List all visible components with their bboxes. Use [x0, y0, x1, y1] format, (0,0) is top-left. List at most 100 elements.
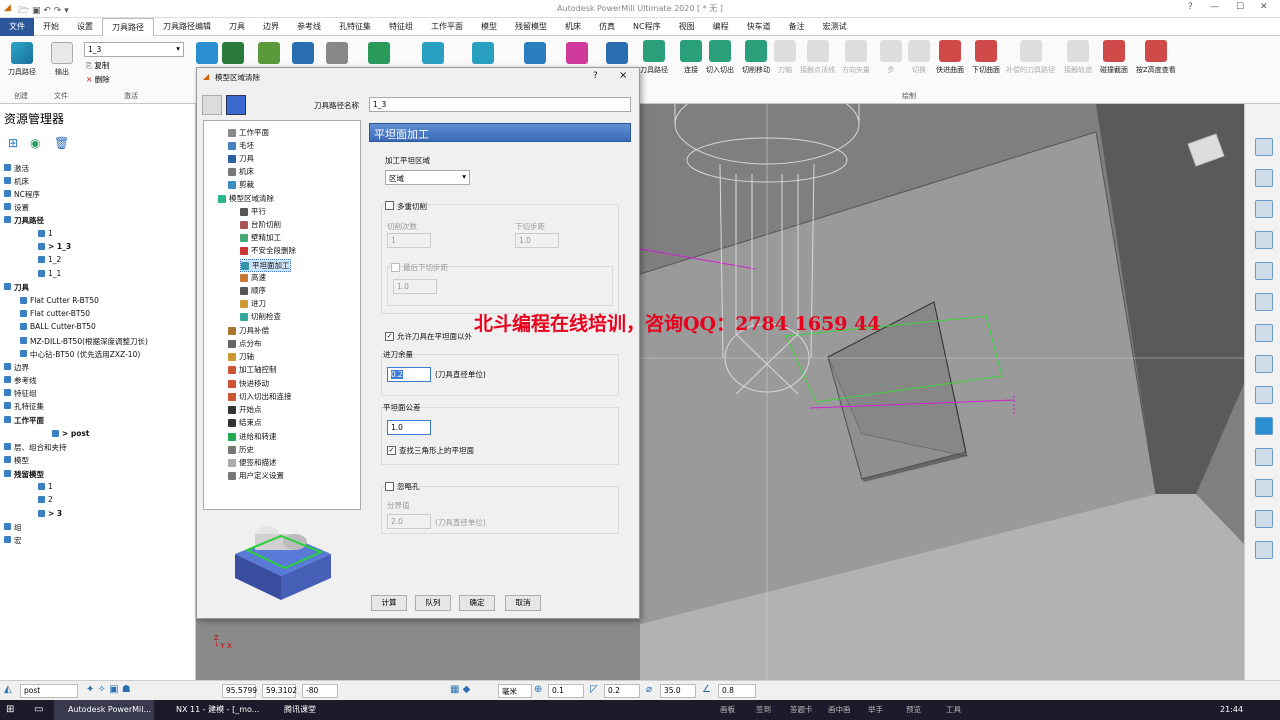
delete-button[interactable]: ✕ 删除 — [86, 74, 110, 85]
allow-outside-checkbox[interactable]: ✓ — [385, 332, 394, 341]
menu-item-18[interactable]: 快车道 — [738, 18, 780, 36]
tree-item[interactable]: BALL Cutter-BT50 — [30, 322, 96, 331]
allowance-field[interactable]: 0.2 — [604, 684, 640, 698]
classroom-tool-5[interactable]: 预览 — [906, 700, 921, 720]
view-tool-icon-5[interactable] — [1255, 293, 1273, 311]
draw-button-6[interactable]: 方向矢量 — [842, 40, 870, 75]
strategy-tree-item[interactable]: 不安全段删除 — [240, 245, 296, 256]
strategy-tree-item[interactable]: 平坦面加工 — [240, 259, 291, 272]
view-tool-icon-0[interactable] — [1255, 138, 1273, 156]
strategy-tree-item[interactable]: 刀具补偿 — [228, 325, 269, 336]
workplane-select[interactable]: post — [20, 684, 78, 698]
tree-item[interactable]: > post — [62, 429, 89, 438]
tolerance-input[interactable]: 1.0 — [387, 420, 431, 435]
tree-item[interactable]: 层、组合和夹持 — [14, 442, 67, 453]
ribbon-tool-icon-5[interactable] — [368, 42, 390, 64]
tree-item[interactable]: 孔特征集 — [14, 401, 44, 412]
final-step-checkbox[interactable] — [391, 263, 400, 272]
tree-item[interactable]: 中心钻-BT50 (优先选用ZXZ-10) — [30, 349, 140, 360]
ribbon-tool-icon-9[interactable] — [566, 42, 588, 64]
tree-item[interactable]: 激活 — [14, 163, 29, 174]
tree-item[interactable]: 宏 — [14, 535, 22, 546]
menu-item-5[interactable]: 刀具 — [220, 18, 254, 36]
find-triangles-checkbox[interactable]: ✓ — [387, 446, 396, 455]
menu-item-6[interactable]: 边界 — [254, 18, 288, 36]
view-tool-icon-4[interactable] — [1255, 262, 1273, 280]
classroom-tool-2[interactable]: 答题卡 — [790, 700, 813, 720]
strategy-tree-item[interactable]: 切削检查 — [240, 311, 281, 322]
tree-item[interactable]: 刀具路径 — [14, 215, 44, 226]
output-button[interactable]: 输出 — [48, 42, 76, 77]
dialog-help-button[interactable]: ? — [593, 71, 598, 81]
draw-button-8[interactable]: 切换 — [908, 40, 930, 75]
maximize-icon[interactable]: ☐ — [1236, 2, 1244, 12]
ribbon-tool-icon-7[interactable] — [472, 42, 494, 64]
cancel-button[interactable]: 取消 — [505, 595, 541, 611]
draw-button-3[interactable]: 切削移动 — [742, 40, 770, 75]
tree-item[interactable]: 1_2 — [48, 255, 61, 264]
ribbon-tool-icon-4[interactable] — [326, 42, 348, 64]
classroom-tool-4[interactable]: 举手 — [868, 700, 883, 720]
menu-item-3[interactable]: 刀具路径 — [102, 18, 154, 36]
tree-item[interactable]: > 1_3 — [48, 242, 71, 251]
strategy-tree-item[interactable]: 进给和转速 — [228, 431, 277, 442]
tree-item[interactable]: 边界 — [14, 362, 29, 373]
draw-button-1[interactable]: 连接 — [680, 40, 702, 75]
selected-strategy-icon[interactable] — [226, 95, 246, 115]
ribbon-tool-icon-3[interactable] — [292, 42, 314, 64]
angle-field[interactable]: 0.8 — [718, 684, 756, 698]
tree-item[interactable]: 1_1 — [48, 269, 61, 278]
ignore-holes-checkbox[interactable] — [385, 482, 394, 491]
view-tool-icon-13[interactable] — [1255, 541, 1273, 559]
tree-item[interactable]: 设置 — [14, 202, 29, 213]
menu-item-19[interactable]: 备注 — [780, 18, 814, 36]
strategy-tree-item[interactable]: 壁精加工 — [240, 232, 281, 243]
strategy-tree-item[interactable]: 剪裁 — [228, 179, 254, 190]
close-icon[interactable]: ✕ — [1260, 2, 1268, 12]
view-tool-icon-7[interactable] — [1255, 355, 1273, 373]
tree-item[interactable]: Flat cutter-BT50 — [30, 309, 90, 318]
tree-item[interactable]: 组 — [14, 522, 22, 533]
strategy-tree-item[interactable]: 台阶切削 — [240, 219, 281, 230]
menu-item-4[interactable]: 刀具路径编辑 — [154, 18, 220, 36]
tree-item[interactable]: 1 — [48, 229, 53, 238]
classroom-tool-3[interactable]: 画中画 — [828, 700, 851, 720]
diameter-field[interactable]: 35.0 — [660, 684, 696, 698]
strategy-tree-item[interactable]: 毛坯 — [228, 140, 254, 151]
strategy-tree-item[interactable]: 平行 — [240, 206, 266, 217]
view-tool-icon-11[interactable] — [1255, 479, 1273, 497]
draw-button-14[interactable]: 按Z高度查看 — [1136, 40, 1176, 75]
strategy-tree-item[interactable]: 刀轴 — [228, 351, 254, 362]
classroom-tool-6[interactable]: 工具 — [946, 700, 961, 720]
draw-button-10[interactable]: 下切曲面 — [972, 40, 1000, 75]
menu-item-0[interactable]: 文件 — [0, 18, 34, 36]
strategy-tree-item[interactable]: 机床 — [228, 166, 254, 177]
strategy-tree-item[interactable]: 点分布 — [228, 338, 262, 349]
ribbon-tool-icon-8[interactable] — [524, 42, 546, 64]
snap-icon[interactable]: ✦ ✧ ▣ ☗ — [86, 684, 131, 695]
menu-item-7[interactable]: 参考线 — [288, 18, 330, 36]
ribbon-tool-icon-6[interactable] — [422, 42, 444, 64]
trash-icon[interactable]: 🗑 — [54, 136, 69, 150]
grid-icon[interactable]: ▦ ◆ — [450, 684, 470, 695]
toolpath-button[interactable]: 刀具路径 — [4, 42, 40, 77]
menu-item-14[interactable]: 仿真 — [590, 18, 624, 36]
classroom-tool-1[interactable]: 签到 — [756, 700, 771, 720]
unit-select[interactable]: 毫米 — [498, 684, 532, 698]
menu-item-15[interactable]: NC程序 — [624, 18, 670, 36]
menu-item-2[interactable]: 设置 — [68, 18, 102, 36]
menu-item-12[interactable]: 残留模型 — [506, 18, 556, 36]
view-tool-icon-12[interactable] — [1255, 510, 1273, 528]
tree-item[interactable]: 残留模型 — [14, 469, 44, 480]
tree-item[interactable]: > 3 — [48, 509, 62, 518]
strategy-tree-item[interactable]: 顺序 — [240, 285, 266, 296]
final-step-input[interactable]: 1.0 — [393, 279, 437, 294]
menu-item-8[interactable]: 孔特征集 — [330, 18, 380, 36]
strategy-tree-item[interactable]: 模型区域清除 — [218, 193, 274, 204]
tree-item[interactable]: 模型 — [14, 455, 29, 466]
tree-item[interactable]: 刀具 — [14, 282, 29, 293]
allowance-input[interactable]: 0.2 — [387, 367, 431, 382]
strategy-tree-item[interactable]: 用户定义设置 — [228, 470, 284, 481]
view-tool-icon-2[interactable] — [1255, 200, 1273, 218]
tree-item[interactable]: 1 — [48, 482, 53, 491]
